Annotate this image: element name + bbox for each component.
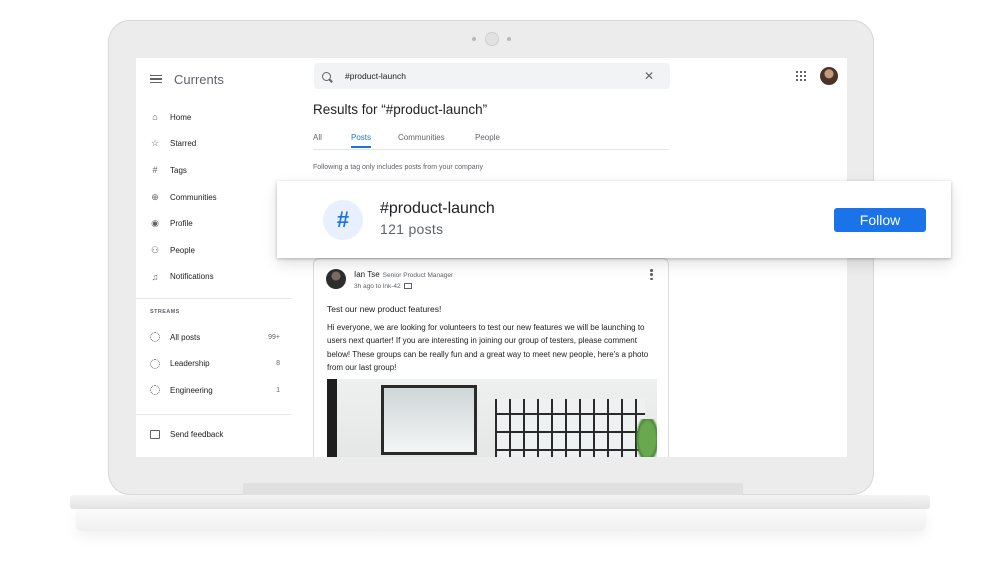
search-bar[interactable]: #product-launch ✕: [314, 63, 670, 89]
search-input[interactable]: #product-launch: [345, 71, 636, 81]
sidebar: Currents ⌂ Home ☆ Starred # Tags ⊕ Commu…: [136, 58, 296, 457]
post-author-role: Senior Product Manager: [382, 272, 454, 279]
stream-item-label: Leadership: [170, 359, 210, 369]
tab-posts[interactable]: Posts: [351, 133, 398, 149]
laptop-front-edge: [76, 509, 926, 531]
tag-name: #product-launch: [380, 200, 495, 217]
post-card[interactable]: Ian Tse Senior Product Manager 3h ago to …: [313, 258, 669, 457]
sidebar-item-label: Starred: [170, 139, 197, 149]
follow-button[interactable]: Follow: [834, 208, 926, 232]
profile-icon: ◉: [151, 218, 159, 229]
account-avatar[interactable]: [820, 67, 838, 85]
tab-all[interactable]: All: [313, 133, 351, 149]
laptop-base: [40, 483, 960, 541]
sidebar-item-communities[interactable]: ⊕ Communities: [150, 184, 296, 211]
laptop-camera: [472, 32, 512, 46]
apps-grid-icon[interactable]: [796, 71, 806, 81]
post-title: Test our new product features!: [327, 304, 442, 314]
sidebar-nav: ⌂ Home ☆ Starred # Tags ⊕ Communities ◉ …: [150, 104, 296, 290]
stream-item-engineering[interactable]: Engineering 1: [150, 377, 280, 404]
photo-doorframe: [327, 379, 337, 457]
sidebar-item-label: Profile: [170, 219, 193, 229]
more-options-icon[interactable]: [650, 269, 653, 280]
photo-window-grid: [495, 399, 645, 457]
stream-item-count: 99+: [268, 333, 280, 341]
app-title: Currents: [174, 71, 224, 87]
sidebar-item-label: Tags: [170, 165, 187, 175]
stream-item-all-posts[interactable]: All posts 99+: [150, 324, 280, 351]
stream-item-leadership[interactable]: Leadership 8: [150, 351, 280, 378]
sidebar-divider: [136, 414, 291, 415]
stream-icon: [150, 358, 160, 369]
sidebar-item-starred[interactable]: ☆ Starred: [150, 131, 296, 158]
stream-item-count: 1: [276, 386, 280, 394]
star-icon: ☆: [150, 138, 160, 149]
send-feedback-button[interactable]: Send feedback: [150, 430, 223, 439]
bell-icon: ♫: [151, 271, 159, 282]
send-feedback-label: Send feedback: [170, 430, 224, 439]
tag-post-count: 121 posts: [380, 221, 444, 237]
people-icon: ⚇: [150, 244, 160, 255]
clear-search-icon[interactable]: ✕: [636, 69, 662, 83]
stream-icon: [150, 332, 160, 343]
tab-communities[interactable]: Communities: [398, 133, 475, 149]
sidebar-item-label: Notifications: [170, 272, 214, 282]
home-icon: ⌂: [152, 112, 158, 123]
sidebar-item-label: Home: [170, 112, 192, 122]
feedback-icon: [150, 430, 160, 439]
hash-icon: #: [323, 200, 363, 240]
laptop-keyboard-deck: [70, 495, 930, 509]
group-icon: [404, 283, 413, 290]
camera-indicator-left: [472, 37, 476, 41]
stream-item-label: All posts: [170, 332, 201, 342]
communities-icon: ⊕: [151, 191, 159, 202]
sidebar-item-people[interactable]: ⚇ People: [150, 237, 296, 264]
camera-lens: [485, 32, 499, 46]
stream-list: All posts 99+ Leadership 8 Engineering 1: [150, 324, 280, 404]
streams-heading: STREAMS: [150, 309, 180, 315]
follow-notice: Following a tag only includes posts from…: [313, 164, 484, 171]
photo-plant: [633, 419, 657, 457]
stream-item-count: 8: [276, 360, 280, 368]
sidebar-item-profile[interactable]: ◉ Profile: [150, 210, 296, 237]
author-avatar[interactable]: [326, 269, 346, 289]
stream-icon: [150, 385, 160, 396]
tab-people[interactable]: People: [475, 133, 515, 149]
sidebar-item-notifications[interactable]: ♫ Notifications: [150, 264, 296, 291]
post-meta-text: 3h ago to lnk-42: [354, 283, 401, 290]
photo-window: [381, 385, 477, 455]
camera-indicator-right: [507, 37, 511, 41]
hash-icon: #: [152, 165, 158, 176]
sidebar-divider: [136, 298, 291, 299]
post-author-line: Ian Tse Senior Product Manager: [354, 270, 453, 279]
sidebar-item-label: People: [170, 245, 195, 255]
post-body: Hi everyone, we are looking for voluntee…: [327, 323, 649, 373]
sidebar-item-tags[interactable]: # Tags: [150, 157, 296, 184]
app-header: Currents: [150, 68, 224, 90]
post-author[interactable]: Ian Tse: [354, 270, 380, 279]
sidebar-item-label: Communities: [170, 192, 217, 202]
stream-item-label: Engineering: [170, 385, 213, 395]
post-meta: 3h ago to lnk-42: [354, 283, 413, 290]
post-photo[interactable]: [327, 379, 657, 457]
search-icon: [322, 71, 331, 81]
sidebar-item-home[interactable]: ⌂ Home: [150, 104, 296, 131]
results-title: Results for “#product-launch”: [313, 102, 488, 117]
menu-icon[interactable]: [150, 74, 162, 84]
tag-follow-card: # #product-launch 121 posts Follow: [277, 181, 951, 258]
results-tabs: All Posts Communities People: [313, 133, 669, 150]
